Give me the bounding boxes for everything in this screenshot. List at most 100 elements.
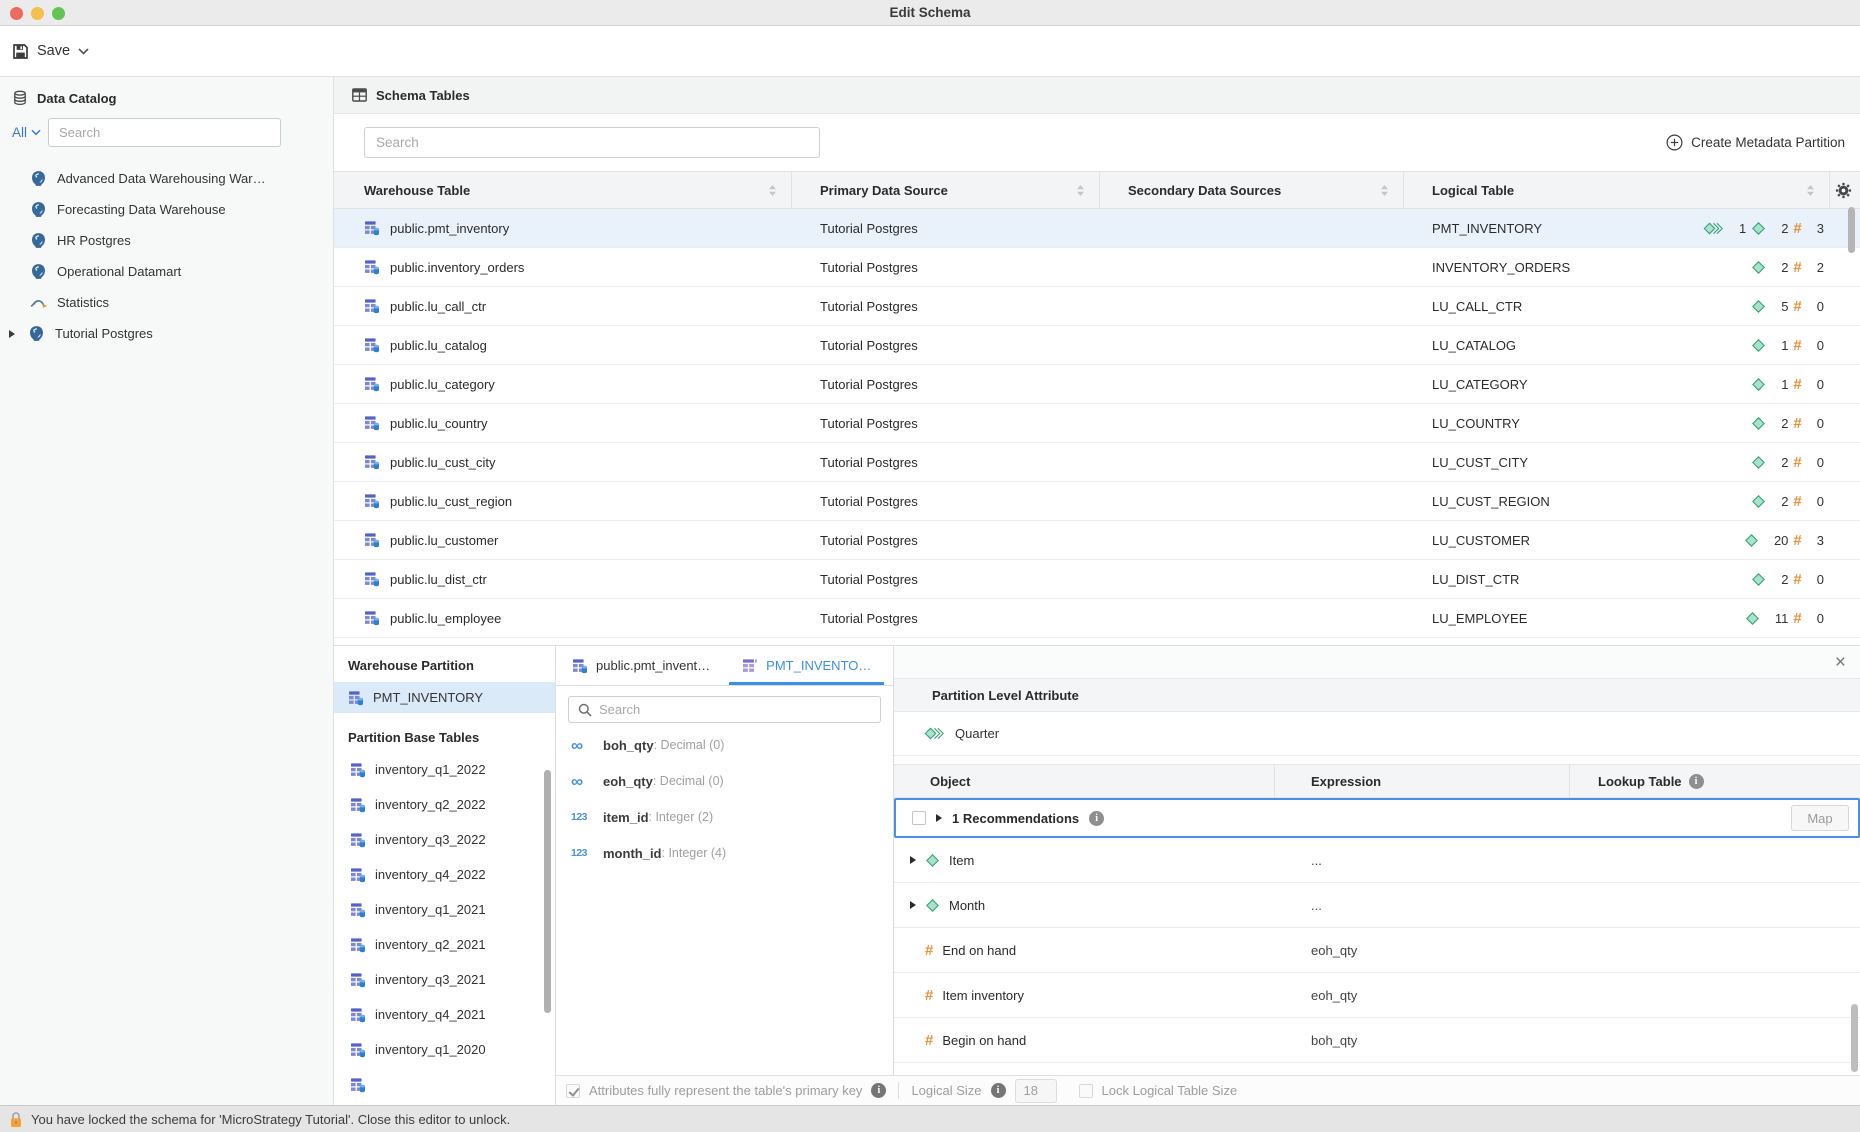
column-header-warehouse-table[interactable]: Warehouse Table bbox=[334, 172, 792, 208]
warehouse-table-icon bbox=[350, 832, 366, 848]
decimal-type-icon: ∞ bbox=[571, 773, 597, 790]
base-table-item[interactable]: inventory_q4_2022 bbox=[334, 857, 555, 892]
logical-table-cell: LU_COUNTRY 2 #0 bbox=[1404, 404, 1860, 442]
expand-triangle-icon[interactable] bbox=[9, 330, 15, 338]
primary-key-checkbox[interactable] bbox=[566, 1084, 580, 1098]
warehouse-table-icon bbox=[364, 610, 380, 626]
status-message: You have locked the schema for 'MicroStr… bbox=[31, 1112, 510, 1127]
table-row[interactable]: public.lu_catalog Tutorial Postgres LU_C… bbox=[334, 326, 1860, 365]
base-table-item[interactable]: inventory_q1_2021 bbox=[334, 892, 555, 927]
mapping-row-begin-on-hand[interactable]: #Begin on hand boh_qty bbox=[894, 1018, 1860, 1063]
base-table-item[interactable]: inventory_q4_2021 bbox=[334, 997, 555, 1032]
sidebar-item-advanced-data-warehousing-war[interactable]: Advanced Data Warehousing War… bbox=[0, 163, 333, 194]
integer-type-icon: 123 bbox=[571, 847, 597, 859]
maximize-window-button[interactable] bbox=[52, 7, 65, 20]
close-window-button[interactable] bbox=[10, 7, 23, 20]
mapping-row-item[interactable]: Item ... bbox=[894, 838, 1860, 883]
mapping-row-item-inventory[interactable]: #Item inventory eoh_qty bbox=[894, 973, 1860, 1018]
logical-size-input[interactable] bbox=[1015, 1079, 1057, 1103]
recommendations-row[interactable]: 1 Recommendations i Map bbox=[894, 798, 1860, 838]
fields-search-input[interactable] bbox=[599, 702, 871, 717]
base-table-item[interactable]: inventory_q2_2022 bbox=[334, 787, 555, 822]
table-row[interactable]: public.pmt_inventory Tutorial Postgres P… bbox=[334, 209, 1860, 248]
mapping-row-end-on-hand[interactable]: #End on hand eoh_qty bbox=[894, 928, 1860, 973]
column-header-secondary-data-sources[interactable]: Secondary Data Sources bbox=[1100, 172, 1404, 208]
object-name: Item inventory bbox=[942, 988, 1024, 1003]
catalog-filter-dropdown[interactable]: All bbox=[12, 125, 41, 140]
table-row[interactable]: public.lu_cust_city Tutorial Postgres LU… bbox=[334, 443, 1860, 482]
warehouse-table-icon bbox=[364, 415, 380, 431]
create-metadata-partition-button[interactable]: Create Metadata Partition bbox=[1666, 134, 1845, 151]
field-item-boh_qty[interactable]: ∞ boh_qty: Decimal (0) bbox=[556, 727, 893, 763]
table-row[interactable]: public.lu_dist_ctr Tutorial Postgres LU_… bbox=[334, 560, 1860, 599]
info-icon[interactable]: i bbox=[1689, 774, 1704, 789]
expand-triangle-icon[interactable] bbox=[936, 814, 942, 822]
table-row[interactable]: public.inventory_orders Tutorial Postgre… bbox=[334, 248, 1860, 287]
sidebar-item-operational-datamart[interactable]: Operational Datamart bbox=[0, 256, 333, 287]
warehouse-table-icon bbox=[350, 902, 366, 918]
base-table-item[interactable]: inventory_q3_2022 bbox=[334, 822, 555, 857]
partition-diamond-icon bbox=[924, 726, 945, 741]
map-button[interactable]: Map bbox=[1791, 805, 1849, 831]
table-row[interactable]: public.lu_employee Tutorial Postgres LU_… bbox=[334, 599, 1860, 638]
table-row[interactable]: public.lu_customer Tutorial Postgres LU_… bbox=[334, 521, 1860, 560]
lookup-table-cell bbox=[1570, 973, 1860, 1017]
field-item-eoh_qty[interactable]: ∞ eoh_qty: Decimal (0) bbox=[556, 763, 893, 799]
base-tables-scrollbar[interactable] bbox=[544, 770, 551, 1013]
partition-attribute-row[interactable]: Quarter bbox=[894, 712, 1860, 756]
sidebar-item-tutorial-postgres[interactable]: Tutorial Postgres bbox=[0, 318, 333, 349]
sort-icon[interactable] bbox=[1076, 184, 1085, 197]
column-header-logical-table[interactable]: Logical Table bbox=[1404, 172, 1830, 208]
primary-data-source-value: Tutorial Postgres bbox=[820, 416, 918, 431]
recommendations-checkbox[interactable] bbox=[912, 811, 926, 825]
save-button[interactable]: Save bbox=[12, 43, 89, 60]
base-table-item[interactable]: inventory_q3_2021 bbox=[334, 962, 555, 997]
sidebar-item-statistics[interactable]: Statistics bbox=[0, 287, 333, 318]
table-row[interactable]: public.lu_cust_region Tutorial Postgres … bbox=[334, 482, 1860, 521]
sidebar-item-hr-postgres[interactable]: HR Postgres bbox=[0, 225, 333, 256]
column-header-primary-data-source[interactable]: Primary Data Source bbox=[792, 172, 1100, 208]
sort-icon[interactable] bbox=[1806, 184, 1815, 197]
minimize-window-button[interactable] bbox=[31, 7, 44, 20]
sidebar-item-forecasting-data-warehouse[interactable]: Forecasting Data Warehouse bbox=[0, 194, 333, 225]
base-table-item[interactable]: inventory_q2_2021 bbox=[334, 927, 555, 962]
table-row[interactable]: public.lu_call_ctr Tutorial Postgres LU_… bbox=[334, 287, 1860, 326]
attribute-diamond-icon bbox=[1751, 299, 1766, 314]
mapping-scrollbar[interactable] bbox=[1851, 1004, 1858, 1072]
schema-table-search bbox=[364, 127, 820, 158]
info-icon[interactable]: i bbox=[1089, 811, 1104, 826]
column-label: Expression bbox=[1311, 774, 1381, 789]
catalog-search-input[interactable] bbox=[48, 118, 281, 147]
tab-public-pmt-invent[interactable]: public.pmt_invent… bbox=[556, 646, 726, 685]
warehouse-partition-item[interactable]: PMT_INVENTORY bbox=[334, 682, 555, 713]
table-row[interactable]: public.lu_country Tutorial Postgres LU_C… bbox=[334, 404, 1860, 443]
fact-count: 0 bbox=[1817, 494, 1824, 509]
tab-pmt-invento[interactable]: PMT_INVENTO… bbox=[726, 646, 887, 685]
mapping-row-month[interactable]: Month ... bbox=[894, 883, 1860, 928]
lock-logical-size-checkbox[interactable] bbox=[1079, 1084, 1093, 1098]
primary-data-source-cell: Tutorial Postgres bbox=[792, 482, 1100, 520]
expand-triangle-icon[interactable] bbox=[910, 856, 916, 864]
sort-icon[interactable] bbox=[1380, 184, 1389, 197]
table-row[interactable]: public.lu_category Tutorial Postgres LU_… bbox=[334, 365, 1860, 404]
base-table-item-partial[interactable] bbox=[334, 1067, 555, 1102]
schema-table-scrollbar[interactable] bbox=[1848, 207, 1855, 253]
column-settings-gear[interactable] bbox=[1830, 172, 1860, 208]
expand-triangle-icon[interactable] bbox=[910, 901, 916, 909]
schema-table-search-input[interactable] bbox=[364, 127, 820, 158]
base-table-item[interactable]: inventory_q1_2022 bbox=[334, 752, 555, 787]
fact-hash-icon: # bbox=[1793, 572, 1801, 587]
partition-count: 1 bbox=[1739, 221, 1746, 236]
schema-table-controls: Create Metadata Partition bbox=[334, 114, 1860, 171]
sidebar-item-label: Tutorial Postgres bbox=[55, 326, 153, 341]
sort-icon[interactable] bbox=[768, 184, 777, 197]
close-icon[interactable]: × bbox=[1835, 653, 1846, 672]
info-icon[interactable]: i bbox=[871, 1083, 886, 1098]
attribute-diamond-icon bbox=[925, 898, 940, 913]
attribute-count: 2 bbox=[1781, 416, 1788, 431]
field-item-item_id[interactable]: 123 item_id: Integer (2) bbox=[556, 799, 893, 835]
field-item-month_id[interactable]: 123 month_id: Integer (4) bbox=[556, 835, 893, 871]
base-table-item[interactable]: inventory_q1_2020 bbox=[334, 1032, 555, 1067]
fact-count: 2 bbox=[1817, 260, 1824, 275]
info-icon[interactable]: i bbox=[991, 1083, 1006, 1098]
